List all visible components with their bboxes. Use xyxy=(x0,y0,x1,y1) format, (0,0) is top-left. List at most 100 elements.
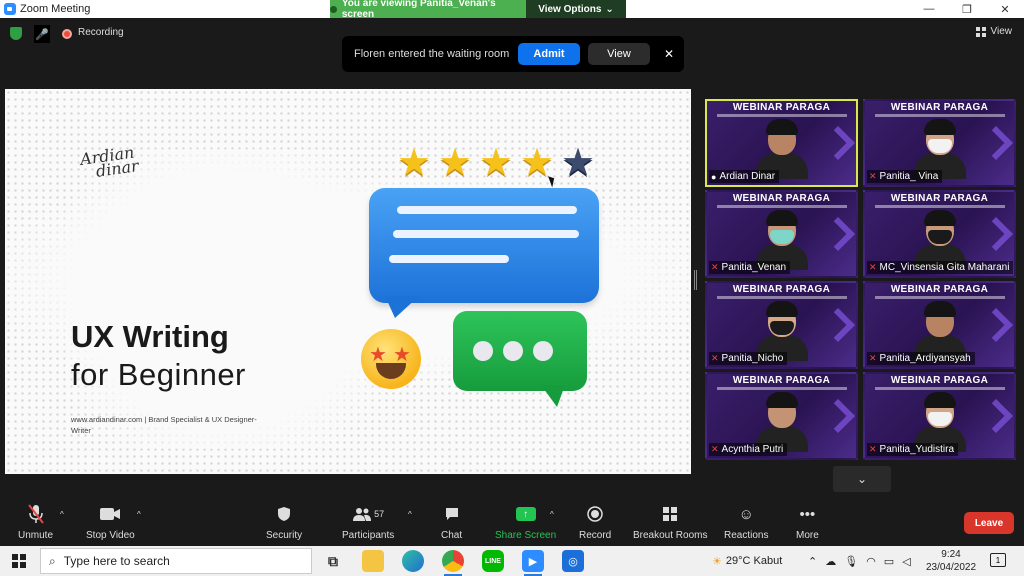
webinar-banner: WEBINAR PARAGA xyxy=(732,193,831,204)
share-screen-button[interactable]: ↑ Share Screen xyxy=(495,504,556,541)
share-screen-icon: ↑ xyxy=(515,504,536,524)
muted-mic-icon: 🎤 xyxy=(34,25,50,43)
participant-name-label: ✕ Panitia_Nicho xyxy=(709,352,788,365)
file-explorer-icon[interactable] xyxy=(362,550,384,572)
participant-count: 57 xyxy=(374,509,385,519)
participant-tile[interactable]: WEBINAR PARAGA ✕ MC_Vinsensia Gita Maharan… xyxy=(863,190,1016,278)
participants-button[interactable]: 57 Participants xyxy=(342,504,394,541)
participants-options-caret[interactable]: ^ xyxy=(408,510,412,519)
view-options-button[interactable]: View Options ⌄ xyxy=(526,0,626,18)
participant-tile[interactable]: WEBINAR PARAGA ✕ Panitia_Nicho xyxy=(705,281,858,369)
search-icon: ⌕ xyxy=(49,553,56,568)
participant-video xyxy=(913,392,966,452)
line-app-icon[interactable]: LINE xyxy=(482,550,504,572)
weather-label: 29°C Kabut xyxy=(725,555,783,567)
recording-dot-icon xyxy=(62,29,72,39)
close-notification-icon[interactable]: ✕ xyxy=(664,47,674,61)
cloud-icon[interactable]: ☁ xyxy=(825,555,836,568)
chat-bubble-typing-illustration xyxy=(453,311,587,407)
unmute-button[interactable]: Unmute xyxy=(18,504,53,541)
video-camera-icon xyxy=(99,504,121,524)
participant-tile[interactable]: WEBINAR PARAGA ✕ Panitia_Venan xyxy=(705,190,858,278)
participant-video xyxy=(913,301,966,361)
participant-tile[interactable]: WEBINAR PARAGA ✕ Acynthia Putri xyxy=(705,372,858,460)
breakout-rooms-button[interactable]: Breakout Rooms xyxy=(633,504,707,541)
more-dots-icon: ••• xyxy=(799,505,816,523)
volume-icon[interactable]: ◁ xyxy=(902,555,910,568)
system-tray: ⌃ ☁ 🎙 ◠ ▭ ◁ xyxy=(808,546,911,576)
stop-video-button[interactable]: Stop Video xyxy=(86,504,135,541)
minimize-button[interactable]: — xyxy=(910,0,948,18)
chat-bubble-icon xyxy=(444,504,460,524)
taskbar-clock[interactable]: 9:24 23/04/2022 xyxy=(922,548,980,574)
battery-icon[interactable]: ▭ xyxy=(884,555,894,568)
video-options-caret[interactable]: ^ xyxy=(137,510,141,519)
restore-button[interactable]: ❐ xyxy=(948,0,986,18)
participant-video xyxy=(755,210,808,270)
view-waiting-button[interactable]: View xyxy=(588,43,650,65)
zoom-taskbar-icon[interactable]: ▶ xyxy=(522,550,544,576)
admit-button[interactable]: Admit xyxy=(518,43,580,65)
share-options-caret[interactable]: ^ xyxy=(550,510,554,519)
star-empty-icon: ★ xyxy=(561,142,596,184)
rating-stars: ★ ★ ★ ★ ★ xyxy=(397,142,597,184)
audio-options-caret[interactable]: ^ xyxy=(60,510,64,519)
chevron-up-icon[interactable]: ⌃ xyxy=(808,555,817,568)
viewing-screen-label: You are viewing Panitia_Venan's screen xyxy=(341,0,496,20)
participant-name-label: ✕ Panitia_Ardiyansyah xyxy=(867,352,975,365)
webinar-banner: WEBINAR PARAGA xyxy=(890,375,989,386)
reactions-button[interactable]: ☺ Reactions xyxy=(724,504,768,542)
window-title: Zoom Meeting xyxy=(20,3,91,15)
participant-tile[interactable]: WEBINAR PARAGA ✕ Panitia_ Vina xyxy=(863,99,1016,187)
windows-start-icon[interactable] xyxy=(12,554,26,568)
webinar-banner: WEBINAR PARAGA xyxy=(890,284,989,295)
chat-bubble-text-illustration xyxy=(369,188,599,318)
participant-video xyxy=(755,301,808,361)
view-layout-button[interactable]: View xyxy=(975,26,1013,37)
record-icon xyxy=(587,504,603,524)
recording-label: Recording xyxy=(78,27,124,38)
breakout-rooms-icon xyxy=(662,504,678,524)
search-placeholder: Type here to search xyxy=(63,554,170,568)
more-button[interactable]: ••• More xyxy=(796,504,819,542)
shared-screen: Ardian dinar UX Writing for Beginner www… xyxy=(5,89,691,474)
star-icon: ★ xyxy=(397,142,432,184)
chat-button[interactable]: Chat xyxy=(441,504,462,541)
task-view-icon[interactable]: ⧉ xyxy=(322,550,344,572)
edge-browser-icon[interactable] xyxy=(402,550,424,572)
taskbar-search-input[interactable]: ⌕ Type here to search xyxy=(40,548,312,574)
participant-tile[interactable]: WEBINAR PARAGA ● Ardian Dinar xyxy=(705,99,858,187)
signature-logo: Ardian dinar xyxy=(78,142,140,181)
record-button[interactable]: Record xyxy=(579,504,611,541)
wifi-icon[interactable]: ◠ xyxy=(866,555,876,568)
weather-widget[interactable]: ☀ 29°C Kabut xyxy=(712,546,782,576)
participant-name-label: ● Ardian Dinar xyxy=(709,170,780,183)
webinar-banner: WEBINAR PARAGA xyxy=(732,375,831,386)
participants-icon: 57 xyxy=(352,504,384,524)
webinar-banner: WEBINAR PARAGA xyxy=(890,193,989,204)
microphone-icon[interactable]: 🎙 xyxy=(844,555,858,568)
muted-mic-icon: ✕ xyxy=(711,262,719,272)
participant-video xyxy=(913,119,966,179)
panel-resize-handle[interactable] xyxy=(694,270,697,290)
slide-title: UX Writing xyxy=(71,319,229,354)
muted-mic-icon: ✕ xyxy=(869,444,877,454)
leave-button[interactable]: Leave xyxy=(964,512,1014,534)
viewing-screen-banner: You are viewing Panitia_Venan's screen xyxy=(330,0,526,20)
participant-gallery: WEBINAR PARAGA ● Ardian Dinar WEBINAR PARAG… xyxy=(705,99,1016,462)
chrome-browser-icon[interactable] xyxy=(442,550,464,576)
participant-name-label: ✕ Panitia_ Vina xyxy=(867,170,943,183)
close-window-button[interactable]: ✕ xyxy=(986,0,1024,18)
security-button[interactable]: Security xyxy=(266,504,302,541)
gallery-scroll-down-button[interactable]: ⌄ xyxy=(833,466,891,492)
notification-center-icon[interactable]: 1 xyxy=(990,553,1006,567)
participant-tile[interactable]: WEBINAR PARAGA ✕ Panitia_Yudistira xyxy=(863,372,1016,460)
snipping-tool-icon[interactable]: ◎ xyxy=(562,550,584,572)
view-layout-label: View xyxy=(990,26,1013,37)
participant-tile[interactable]: WEBINAR PARAGA ✕ Panitia_Ardiyansyah xyxy=(863,281,1016,369)
window-controls: — ❐ ✕ xyxy=(910,0,1024,18)
waiting-room-message: Floren entered the waiting room xyxy=(354,48,510,60)
waiting-room-notification: Floren entered the waiting room Admit Vi… xyxy=(342,36,684,72)
encryption-shield-icon[interactable] xyxy=(10,27,22,40)
screen-share-indicator-icon xyxy=(330,5,337,13)
